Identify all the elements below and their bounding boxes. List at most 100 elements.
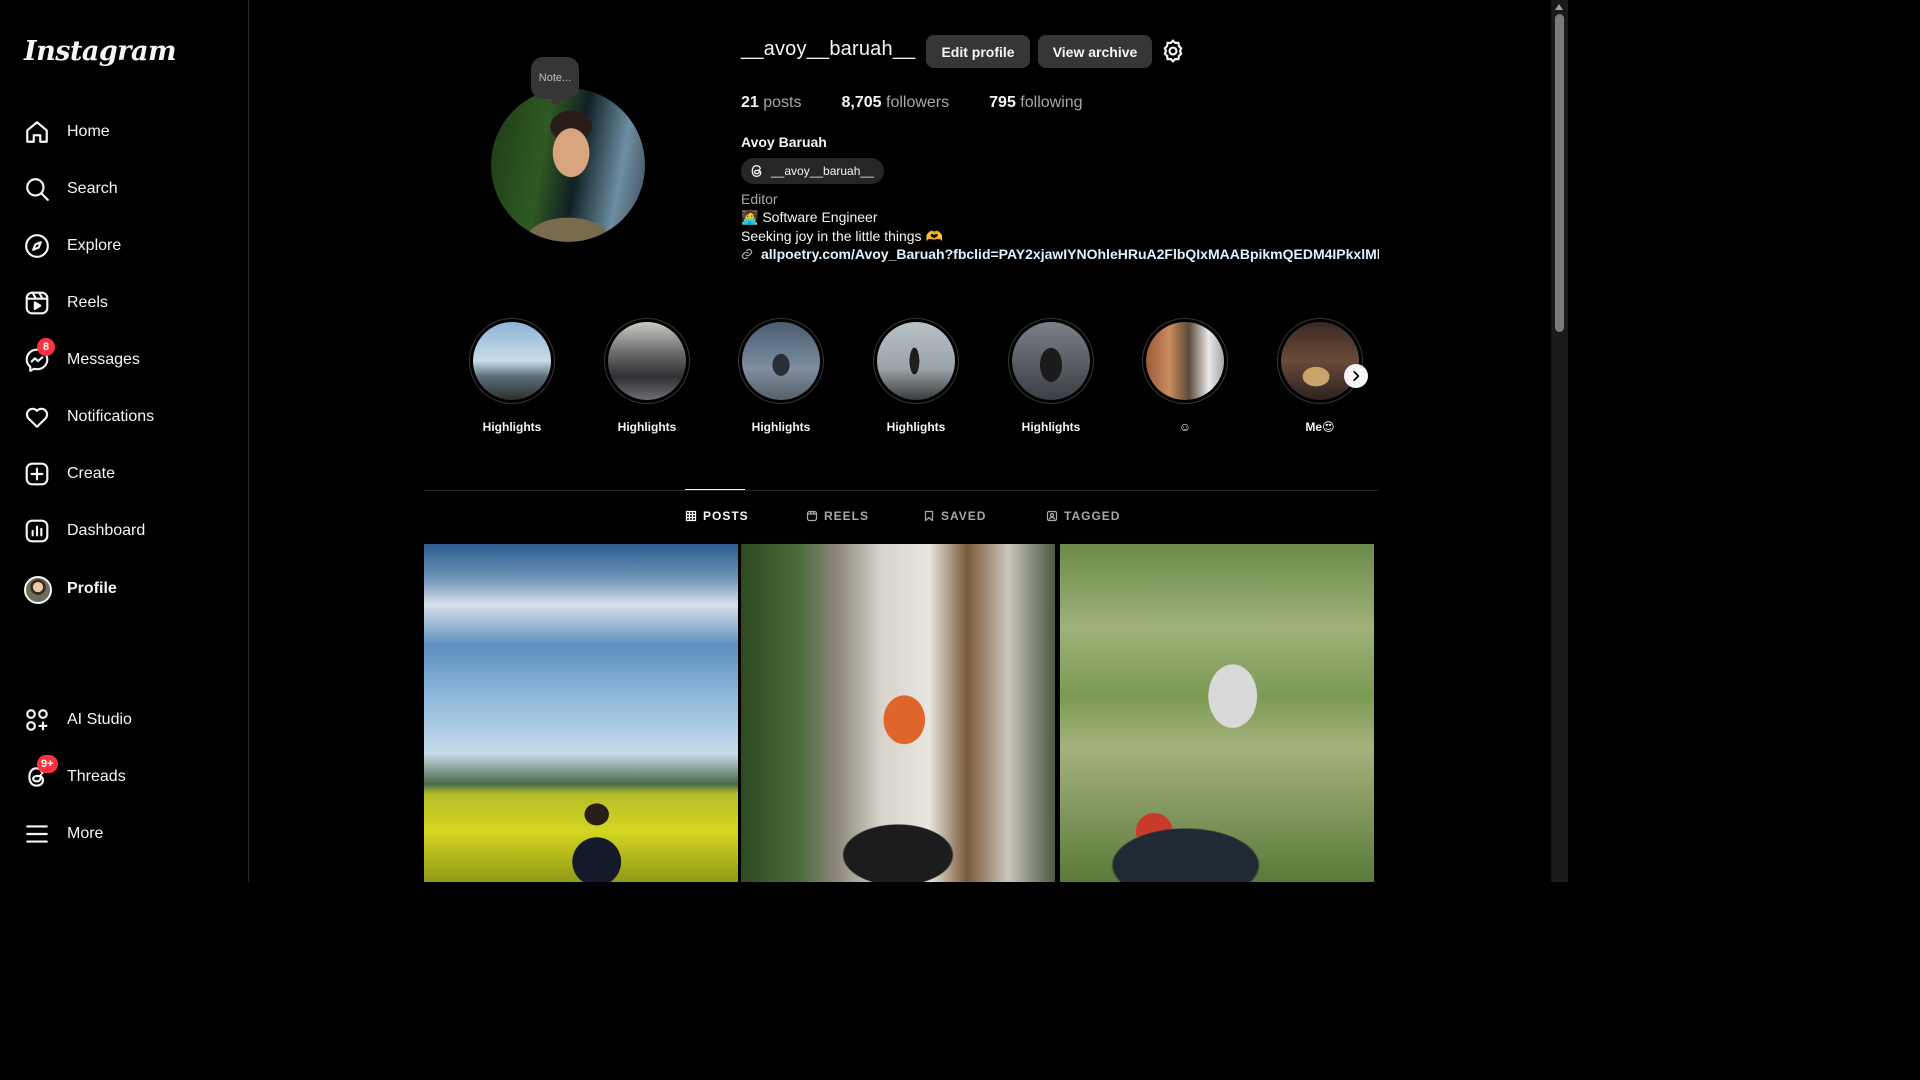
sidebar-item-label: Reels: [67, 294, 108, 311]
edit-profile-button[interactable]: Edit profile: [926, 35, 1030, 68]
link-icon: [741, 248, 753, 260]
sidebar-item-label: More: [67, 825, 104, 842]
sidebar-item-create[interactable]: Create: [12, 450, 238, 498]
highlight-ring: [1277, 318, 1363, 404]
post-thumbnail[interactable]: [1060, 544, 1374, 882]
tab-reels[interactable]: REELS: [806, 509, 869, 523]
profile-picture[interactable]: [491, 88, 645, 242]
threads-icon: 9+: [24, 755, 58, 790]
followers-label: followers: [886, 94, 950, 111]
sidebar-item-label: Profile: [67, 580, 117, 597]
messenger-icon: 8: [24, 338, 55, 373]
sidebar-item-explore[interactable]: Explore: [12, 222, 238, 270]
bio-link-text: allpoetry.com/Avoy_Baruah?fbclid=PAY2xja…: [761, 246, 1379, 262]
highlight-ring: [738, 318, 824, 404]
highlight-item[interactable]: Highlights: [737, 318, 825, 434]
highlight-thumbnail: [608, 322, 686, 400]
sidebar-item-threads[interactable]: 9+ Threads: [12, 753, 238, 801]
highlight-thumbnail: [1012, 322, 1090, 400]
highlight-item[interactable]: Highlights: [603, 318, 691, 434]
highlight-label: Highlights: [482, 420, 542, 434]
profile-stats: 21 posts 8,705 followers 795 following: [741, 94, 1123, 112]
profile-username: __avoy__baruah__: [741, 38, 916, 60]
sidebar-item-home[interactable]: Home: [12, 108, 238, 156]
highlight-ring: [604, 318, 690, 404]
highlight-item[interactable]: ☺: [1141, 318, 1229, 434]
post-thumbnail[interactable]: [424, 544, 738, 882]
instagram-logo[interactable]: Instagram: [24, 36, 177, 67]
profile-category: Editor: [741, 191, 778, 207]
ai-studio-icon: [24, 707, 50, 733]
highlight-ring: [873, 318, 959, 404]
highlight-label: Highlights: [886, 420, 946, 434]
tab-posts[interactable]: POSTS: [685, 509, 749, 523]
highlight-item[interactable]: Highlights: [872, 318, 960, 434]
tab-tagged[interactable]: TAGGED: [1046, 509, 1120, 523]
view-archive-button[interactable]: View archive: [1038, 35, 1152, 68]
scrollbar-thumb[interactable]: [1555, 14, 1564, 332]
sidebar: Instagram Home Search Explore Reels 8 Me…: [0, 0, 249, 882]
gear-icon[interactable]: [1160, 38, 1186, 64]
reels-icon: [806, 510, 818, 522]
sidebar-item-label: Threads: [67, 768, 126, 785]
bio-line: 🧑‍💻 Software Engineer: [741, 209, 878, 225]
highlight-ring: [469, 318, 555, 404]
threads-handle: __avoy__baruah__: [771, 164, 874, 178]
posts-label: posts: [763, 94, 802, 111]
highlight-label: ☺: [1178, 420, 1192, 434]
posts-count: 21 posts: [741, 94, 802, 112]
following-number: 795: [989, 94, 1016, 111]
sidebar-item-label: Dashboard: [67, 522, 146, 539]
following-label: following: [1020, 94, 1083, 111]
highlights-next-button[interactable]: [1344, 364, 1368, 388]
sidebar-item-more[interactable]: More: [12, 810, 238, 858]
sidebar-item-label: Explore: [67, 237, 122, 254]
sidebar-item-label: Search: [67, 180, 118, 197]
search-icon: [24, 176, 50, 202]
bio-link[interactable]: allpoetry.com/Avoy_Baruah?fbclid=PAY2xja…: [741, 246, 1379, 262]
menu-icon: [24, 821, 50, 847]
following-count[interactable]: 795 following: [989, 94, 1082, 112]
sidebar-item-label: AI Studio: [67, 711, 132, 728]
threads-icon: [751, 164, 762, 178]
highlight-thumbnail: [877, 322, 955, 400]
home-icon: [24, 119, 50, 145]
sidebar-item-ai-studio[interactable]: AI Studio: [12, 696, 238, 744]
sidebar-item-dashboard[interactable]: Dashboard: [12, 507, 238, 555]
plus-square-icon: [24, 461, 50, 487]
scrollbar[interactable]: [1551, 0, 1568, 882]
threads-handle-pill[interactable]: __avoy__baruah__: [741, 158, 884, 184]
sidebar-item-reels[interactable]: Reels: [12, 279, 238, 327]
highlight-item[interactable]: Highlights: [1007, 318, 1095, 434]
post-thumbnail[interactable]: [741, 544, 1055, 882]
followers-count[interactable]: 8,705 followers: [842, 94, 950, 112]
highlight-ring: [1008, 318, 1094, 404]
tab-label: POSTS: [703, 509, 749, 523]
sidebar-item-label: Notifications: [67, 408, 155, 425]
sidebar-item-label: Home: [67, 123, 110, 140]
chevron-right-icon: [1353, 371, 1360, 381]
profile-full-name: Avoy Baruah: [741, 134, 827, 150]
threads-badge: 9+: [37, 755, 58, 773]
sidebar-item-label: Create: [67, 465, 116, 482]
tag-person-icon: [1046, 510, 1058, 522]
tab-label: REELS: [824, 509, 870, 523]
chart-icon: [24, 518, 50, 544]
bookmark-icon: [924, 510, 934, 522]
posts-number: 21: [741, 94, 759, 111]
sidebar-item-search[interactable]: Search: [12, 165, 238, 213]
avatar-wrap: [24, 576, 52, 604]
sidebar-item-profile[interactable]: Profile: [12, 565, 238, 613]
sidebar-item-messages[interactable]: 8 Messages: [12, 336, 238, 384]
sidebar-item-notifications[interactable]: Notifications: [12, 393, 238, 441]
tab-saved[interactable]: SAVED: [923, 509, 986, 523]
highlight-item[interactable]: Highlights: [468, 318, 556, 434]
tab-label: TAGGED: [1064, 509, 1121, 523]
highlight-thumbnail: [742, 322, 820, 400]
scroll-up-arrow-icon[interactable]: [1555, 4, 1563, 10]
messages-badge: 8: [37, 338, 55, 356]
highlight-label: Highlights: [617, 420, 677, 434]
note-bubble[interactable]: Note...: [531, 57, 579, 105]
tab-label: SAVED: [941, 509, 987, 523]
reels-icon: [24, 290, 50, 316]
